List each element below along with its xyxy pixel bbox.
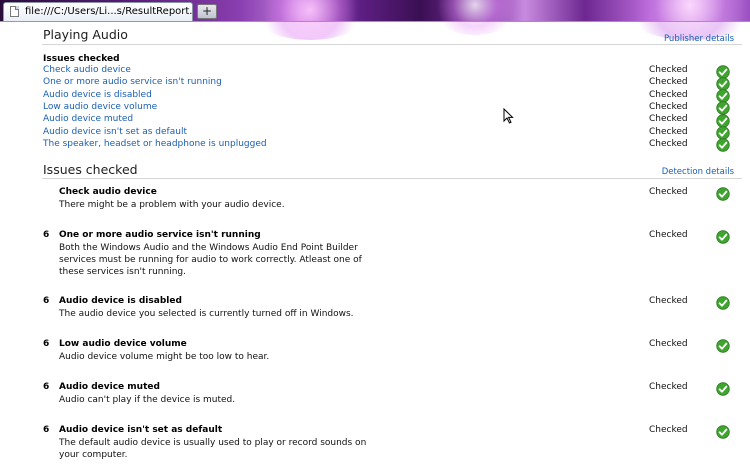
summary-issue-link[interactable]: Audio device is disabled <box>43 90 152 100</box>
section-divider <box>42 44 742 45</box>
wallpaper-glow <box>250 0 370 40</box>
detail-number: 6 <box>43 382 50 392</box>
summary-issue-link[interactable]: Audio device muted <box>43 114 133 124</box>
green-checkmark-icon <box>716 338 730 353</box>
detail-description: Audio device volume might be too low to … <box>59 352 270 362</box>
status-text: Checked <box>649 382 688 392</box>
status-text: Checked <box>649 296 688 306</box>
status-text: Checked <box>649 138 688 149</box>
status-text: Checked <box>649 339 688 349</box>
mouse-pointer-icon <box>503 108 514 124</box>
summary-issue-link[interactable]: Check audio device <box>43 65 131 75</box>
status-text: Checked <box>649 187 688 197</box>
summary-issue-link[interactable]: One or more audio service isn't running <box>43 77 222 87</box>
detail-description: There might be a problem with your audio… <box>59 200 285 210</box>
detail-title: One or more audio service isn't running <box>59 230 261 240</box>
tab-title: file:///C:/Users/Li...s/ResultReport.htm <box>25 6 193 17</box>
green-checkmark-icon <box>716 295 730 310</box>
detection-details-link[interactable]: Detection details <box>662 167 734 177</box>
summary-issue-link[interactable]: Low audio device volume <box>43 102 157 112</box>
browser-tab[interactable]: file:///C:/Users/Li...s/ResultReport.htm <box>3 2 193 21</box>
green-checkmark-icon <box>716 186 730 201</box>
detail-number: 6 <box>43 296 50 306</box>
detail-number: 6 <box>43 425 50 435</box>
new-tab-button[interactable]: + <box>197 4 217 19</box>
page-icon <box>10 6 19 17</box>
status-text: Checked <box>649 65 688 75</box>
detail-description: The audio device you selected is current… <box>59 309 354 319</box>
publisher-details-link[interactable]: Publisher details <box>664 34 734 44</box>
detail-number: 6 <box>43 339 50 349</box>
detail-title: Low audio device volume <box>59 339 187 349</box>
status-text: Checked <box>649 77 688 88</box>
detail-description: Audio can't play if the device is muted. <box>59 395 236 405</box>
detail-title: Check audio device <box>59 187 157 197</box>
status-text: Checked <box>649 89 688 100</box>
status-text: Checked <box>649 230 688 240</box>
wallpaper-glow <box>430 0 520 35</box>
status-text: Checked <box>649 126 688 137</box>
detail-number: 6 <box>43 230 50 240</box>
green-checkmark-icon <box>716 229 730 244</box>
summary-issue-link[interactable]: Audio device isn't set as default <box>43 127 187 137</box>
detail-description: The default audio device is usually used… <box>59 438 367 460</box>
section-title-issues-checked: Issues checked <box>43 162 138 177</box>
green-checkmark-icon <box>716 138 730 152</box>
detail-title: Audio device isn't set as default <box>59 425 223 435</box>
green-checkmark-icon <box>716 381 730 396</box>
frame-divider <box>0 21 750 22</box>
status-text: Checked <box>649 114 688 125</box>
browser-tab-bar: file:///C:/Users/Li...s/ResultReport.htm… <box>0 0 750 40</box>
plus-icon: + <box>201 4 213 18</box>
detail-title: Audio device is disabled <box>59 296 182 306</box>
section-divider <box>42 178 742 179</box>
section-title-playing-audio: Playing Audio <box>43 27 128 42</box>
status-text: Checked <box>649 101 688 112</box>
status-text: Checked <box>649 425 688 435</box>
issues-checked-label: Issues checked <box>43 54 120 64</box>
green-checkmark-icon <box>716 424 730 439</box>
summary-issue-link[interactable]: The speaker, headset or headphone is unp… <box>43 139 267 149</box>
detail-title: Audio device muted <box>59 382 160 392</box>
detail-description: Both the Windows Audio and the Windows A… <box>59 243 362 277</box>
